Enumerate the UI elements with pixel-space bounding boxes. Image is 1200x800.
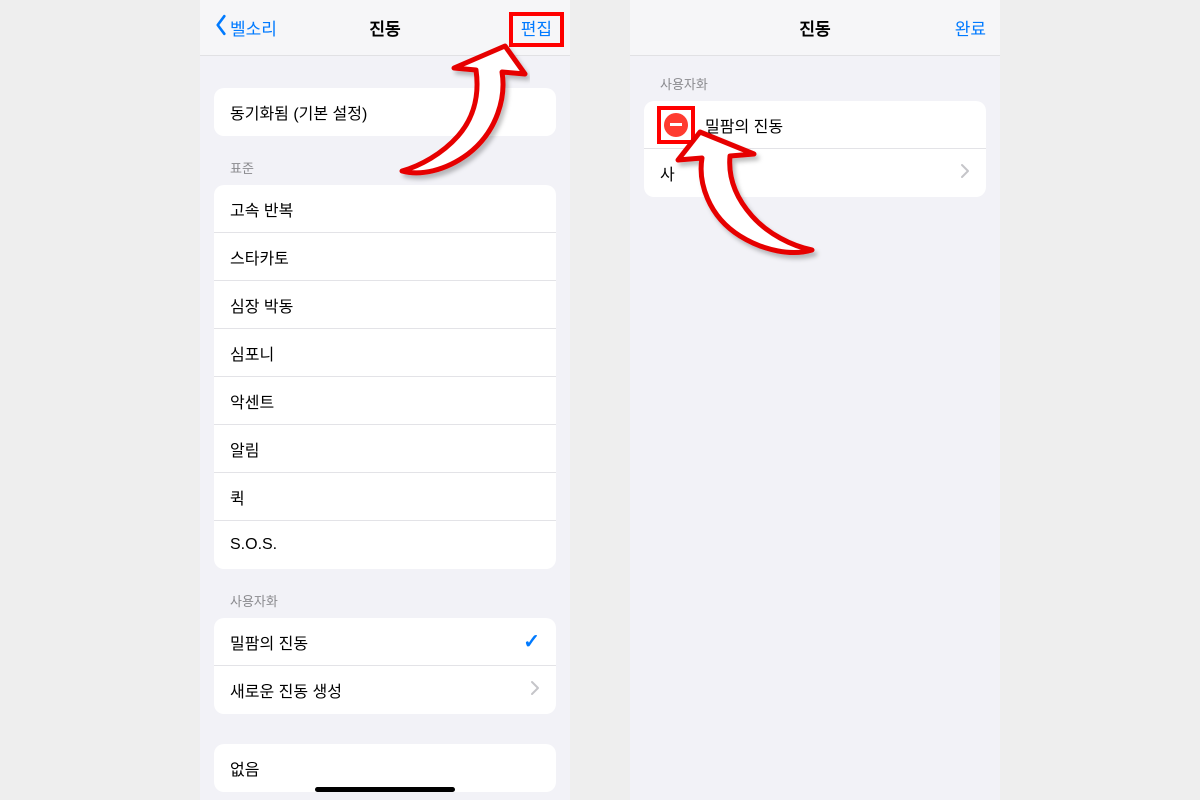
delete-highlight: [657, 106, 695, 144]
navbar: 벨소리 진동 편집: [200, 0, 570, 56]
synced-group: 동기화됨 (기본 설정): [214, 88, 556, 136]
phone-right: 진동 완료 사용자화 밀팜의 진동 사: [630, 0, 1000, 800]
list-item-label: 악센트: [230, 389, 540, 413]
list-item[interactable]: 악센트: [214, 377, 556, 425]
custom-selected-row[interactable]: 밀팜의 진동 ✓: [214, 618, 556, 666]
delete-icon[interactable]: [664, 113, 688, 137]
second-item-row[interactable]: 사: [644, 149, 986, 197]
create-new-row[interactable]: 새로운 진동 생성: [214, 666, 556, 714]
none-group: 없음: [214, 744, 556, 792]
content-left: 동기화됨 (기본 설정) 표준 고속 반복스타카토심장 박동심포니악센트알림퀵 S…: [200, 88, 570, 792]
list-item-label: 스타카토: [230, 245, 540, 269]
list-item-label: S.O.S.: [230, 536, 540, 554]
create-new-label: 새로운 진동 생성: [230, 678, 530, 702]
standard-header: 표준: [200, 136, 570, 185]
checkmark-icon: ✓: [523, 629, 540, 654]
back-label: 벨소리: [230, 15, 277, 40]
none-row[interactable]: 없음: [214, 744, 556, 792]
page-title-right: 진동: [799, 15, 830, 40]
list-item-label: 고속 반복: [230, 197, 540, 221]
custom-header-right: 사용자화: [630, 56, 1000, 101]
list-item[interactable]: 심포니: [214, 329, 556, 377]
synced-label: 동기화됨 (기본 설정): [230, 100, 540, 124]
list-item[interactable]: 알림: [214, 425, 556, 473]
chevron-right-icon: [530, 680, 540, 701]
list-item[interactable]: 스타카토: [214, 233, 556, 281]
synced-row[interactable]: 동기화됨 (기본 설정): [214, 88, 556, 136]
standard-group: 고속 반복스타카토심장 박동심포니악센트알림퀵 S.O.S.: [214, 185, 556, 569]
custom-header-left: 사용자화: [200, 569, 570, 618]
second-item-label: 사: [660, 161, 960, 185]
edit-label: 편집: [509, 12, 564, 47]
custom-item-row[interactable]: 밀팜의 진동: [644, 101, 986, 149]
list-item[interactable]: 퀵: [214, 473, 556, 521]
custom-item-label: 밀팜의 진동: [705, 113, 970, 137]
list-item-label: 심장 박동: [230, 293, 540, 317]
done-label: 완료: [955, 20, 986, 39]
list-item-label: 심포니: [230, 341, 540, 365]
navbar-right: 진동 완료: [630, 0, 1000, 56]
custom-group-left: 밀팜의 진동 ✓ 새로운 진동 생성: [214, 618, 556, 714]
home-indicator: [315, 787, 455, 792]
page-title: 진동: [369, 15, 400, 40]
list-item[interactable]: S.O.S.: [214, 521, 556, 569]
chevron-left-icon: [214, 14, 228, 41]
list-item[interactable]: 고속 반복: [214, 185, 556, 233]
done-button[interactable]: 완료: [955, 15, 986, 40]
chevron-right-icon: [960, 163, 970, 184]
list-item[interactable]: 심장 박동: [214, 281, 556, 329]
custom-selected-label: 밀팜의 진동: [230, 630, 523, 654]
custom-group-right: 밀팜의 진동 사: [644, 101, 986, 197]
back-button[interactable]: 벨소리: [214, 14, 277, 41]
edit-button[interactable]: 편집: [517, 15, 556, 40]
content-right: 사용자화 밀팜의 진동 사: [630, 56, 1000, 197]
list-item-label: 퀵: [230, 485, 540, 509]
list-item-label: 알림: [230, 437, 540, 461]
phone-left: 벨소리 진동 편집 동기화됨 (기본 설정) 표준 고속 반복스타카토심장 박동…: [200, 0, 570, 800]
none-label: 없음: [230, 756, 540, 780]
